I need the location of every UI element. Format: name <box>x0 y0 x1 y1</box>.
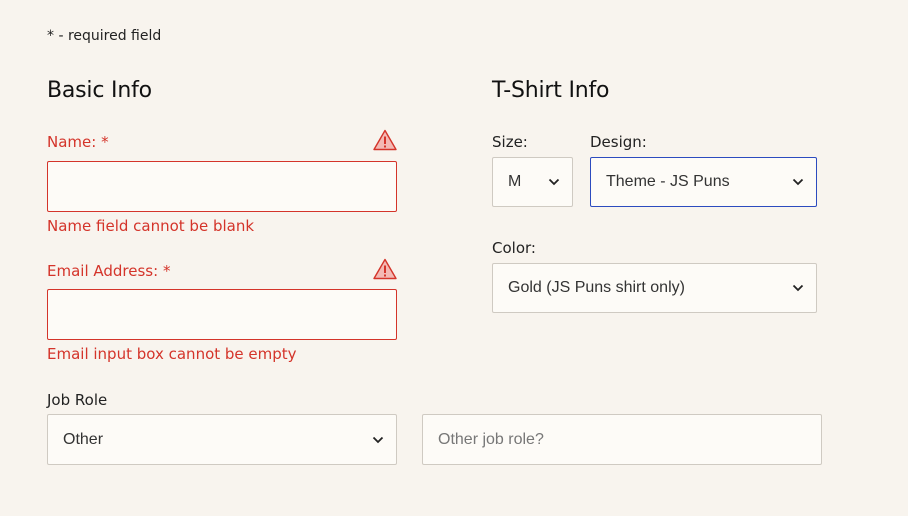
design-select[interactable]: Theme - JS Puns <box>590 157 817 207</box>
name-label-text: Name: <box>47 133 97 151</box>
name-label: Name: * <box>47 133 109 151</box>
registration-form: * - required field Basic Info Name: * Na… <box>0 0 908 516</box>
name-input[interactable] <box>47 161 397 212</box>
color-label: Color: <box>492 239 536 257</box>
email-warning-icon <box>373 258 397 280</box>
chevron-down-icon <box>792 284 804 292</box>
name-warning-icon <box>373 129 397 151</box>
color-select[interactable]: Gold (JS Puns shirt only) <box>492 263 817 313</box>
required-field-note: * - required field <box>47 28 161 44</box>
other-job-role-placeholder: Other job role? <box>438 430 544 448</box>
tshirt-info-heading: T-Shirt Info <box>492 78 610 103</box>
name-required-star: * <box>101 133 109 151</box>
design-selected-value: Theme - JS Puns <box>606 173 730 190</box>
required-star: * <box>47 28 54 44</box>
design-label: Design: <box>590 133 647 151</box>
chevron-down-icon <box>372 436 384 443</box>
name-error-message: Name field cannot be blank <box>47 217 255 235</box>
email-label-text: Email Address: <box>47 262 159 280</box>
email-error-message: Email input box cannot be empty <box>47 345 297 363</box>
chevron-down-icon <box>792 178 804 186</box>
basic-info-heading: Basic Info <box>47 78 152 103</box>
email-required-star: * <box>162 262 171 280</box>
chevron-down-icon <box>548 178 560 186</box>
other-job-role-input[interactable]: Other job role? <box>422 414 822 465</box>
color-selected-value: Gold (JS Puns shirt only) <box>508 279 685 296</box>
size-label: Size: <box>492 133 528 151</box>
job-role-label: Job Role <box>47 391 108 409</box>
email-label: Email Address: * <box>47 262 170 280</box>
size-select[interactable]: M <box>492 157 573 207</box>
job-role-select[interactable]: Other <box>47 414 397 465</box>
size-selected-value: M <box>508 173 522 190</box>
job-role-selected-value: Other <box>63 430 104 448</box>
email-input[interactable] <box>47 289 397 340</box>
required-note-text: - required field <box>54 28 162 44</box>
